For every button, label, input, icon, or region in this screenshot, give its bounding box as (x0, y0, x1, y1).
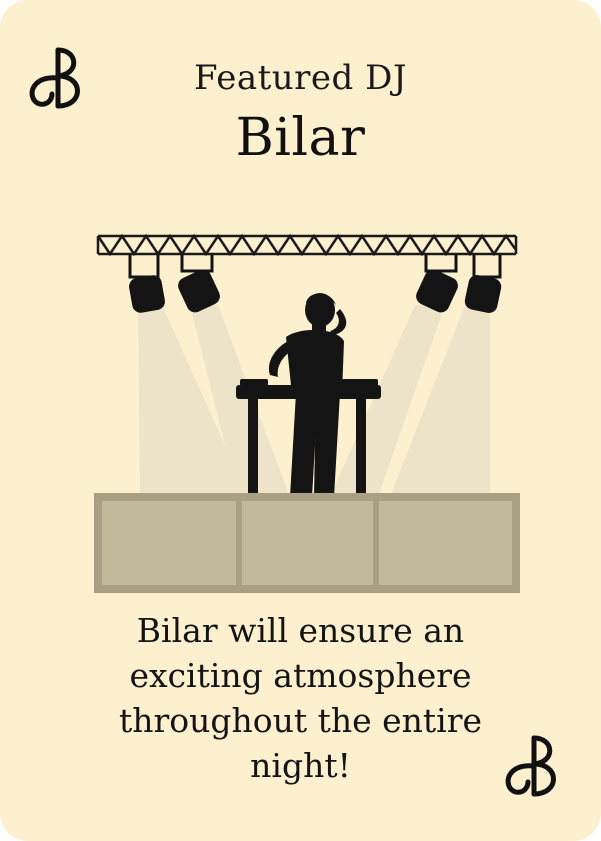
lighting-truss (96, 233, 518, 257)
stage (94, 493, 520, 593)
card-title: Bilar (235, 108, 366, 168)
spotlight-icon (464, 255, 502, 313)
card-subtitle: Featured DJ (193, 58, 408, 98)
dj-card: Featured DJ Bilar Bilar will ensure an e… (0, 0, 601, 841)
spotlight-icon (128, 255, 165, 313)
dj-stage-illustration (94, 233, 520, 593)
card-description: Bilar will ensure an exciting atmosphere… (118, 611, 483, 785)
